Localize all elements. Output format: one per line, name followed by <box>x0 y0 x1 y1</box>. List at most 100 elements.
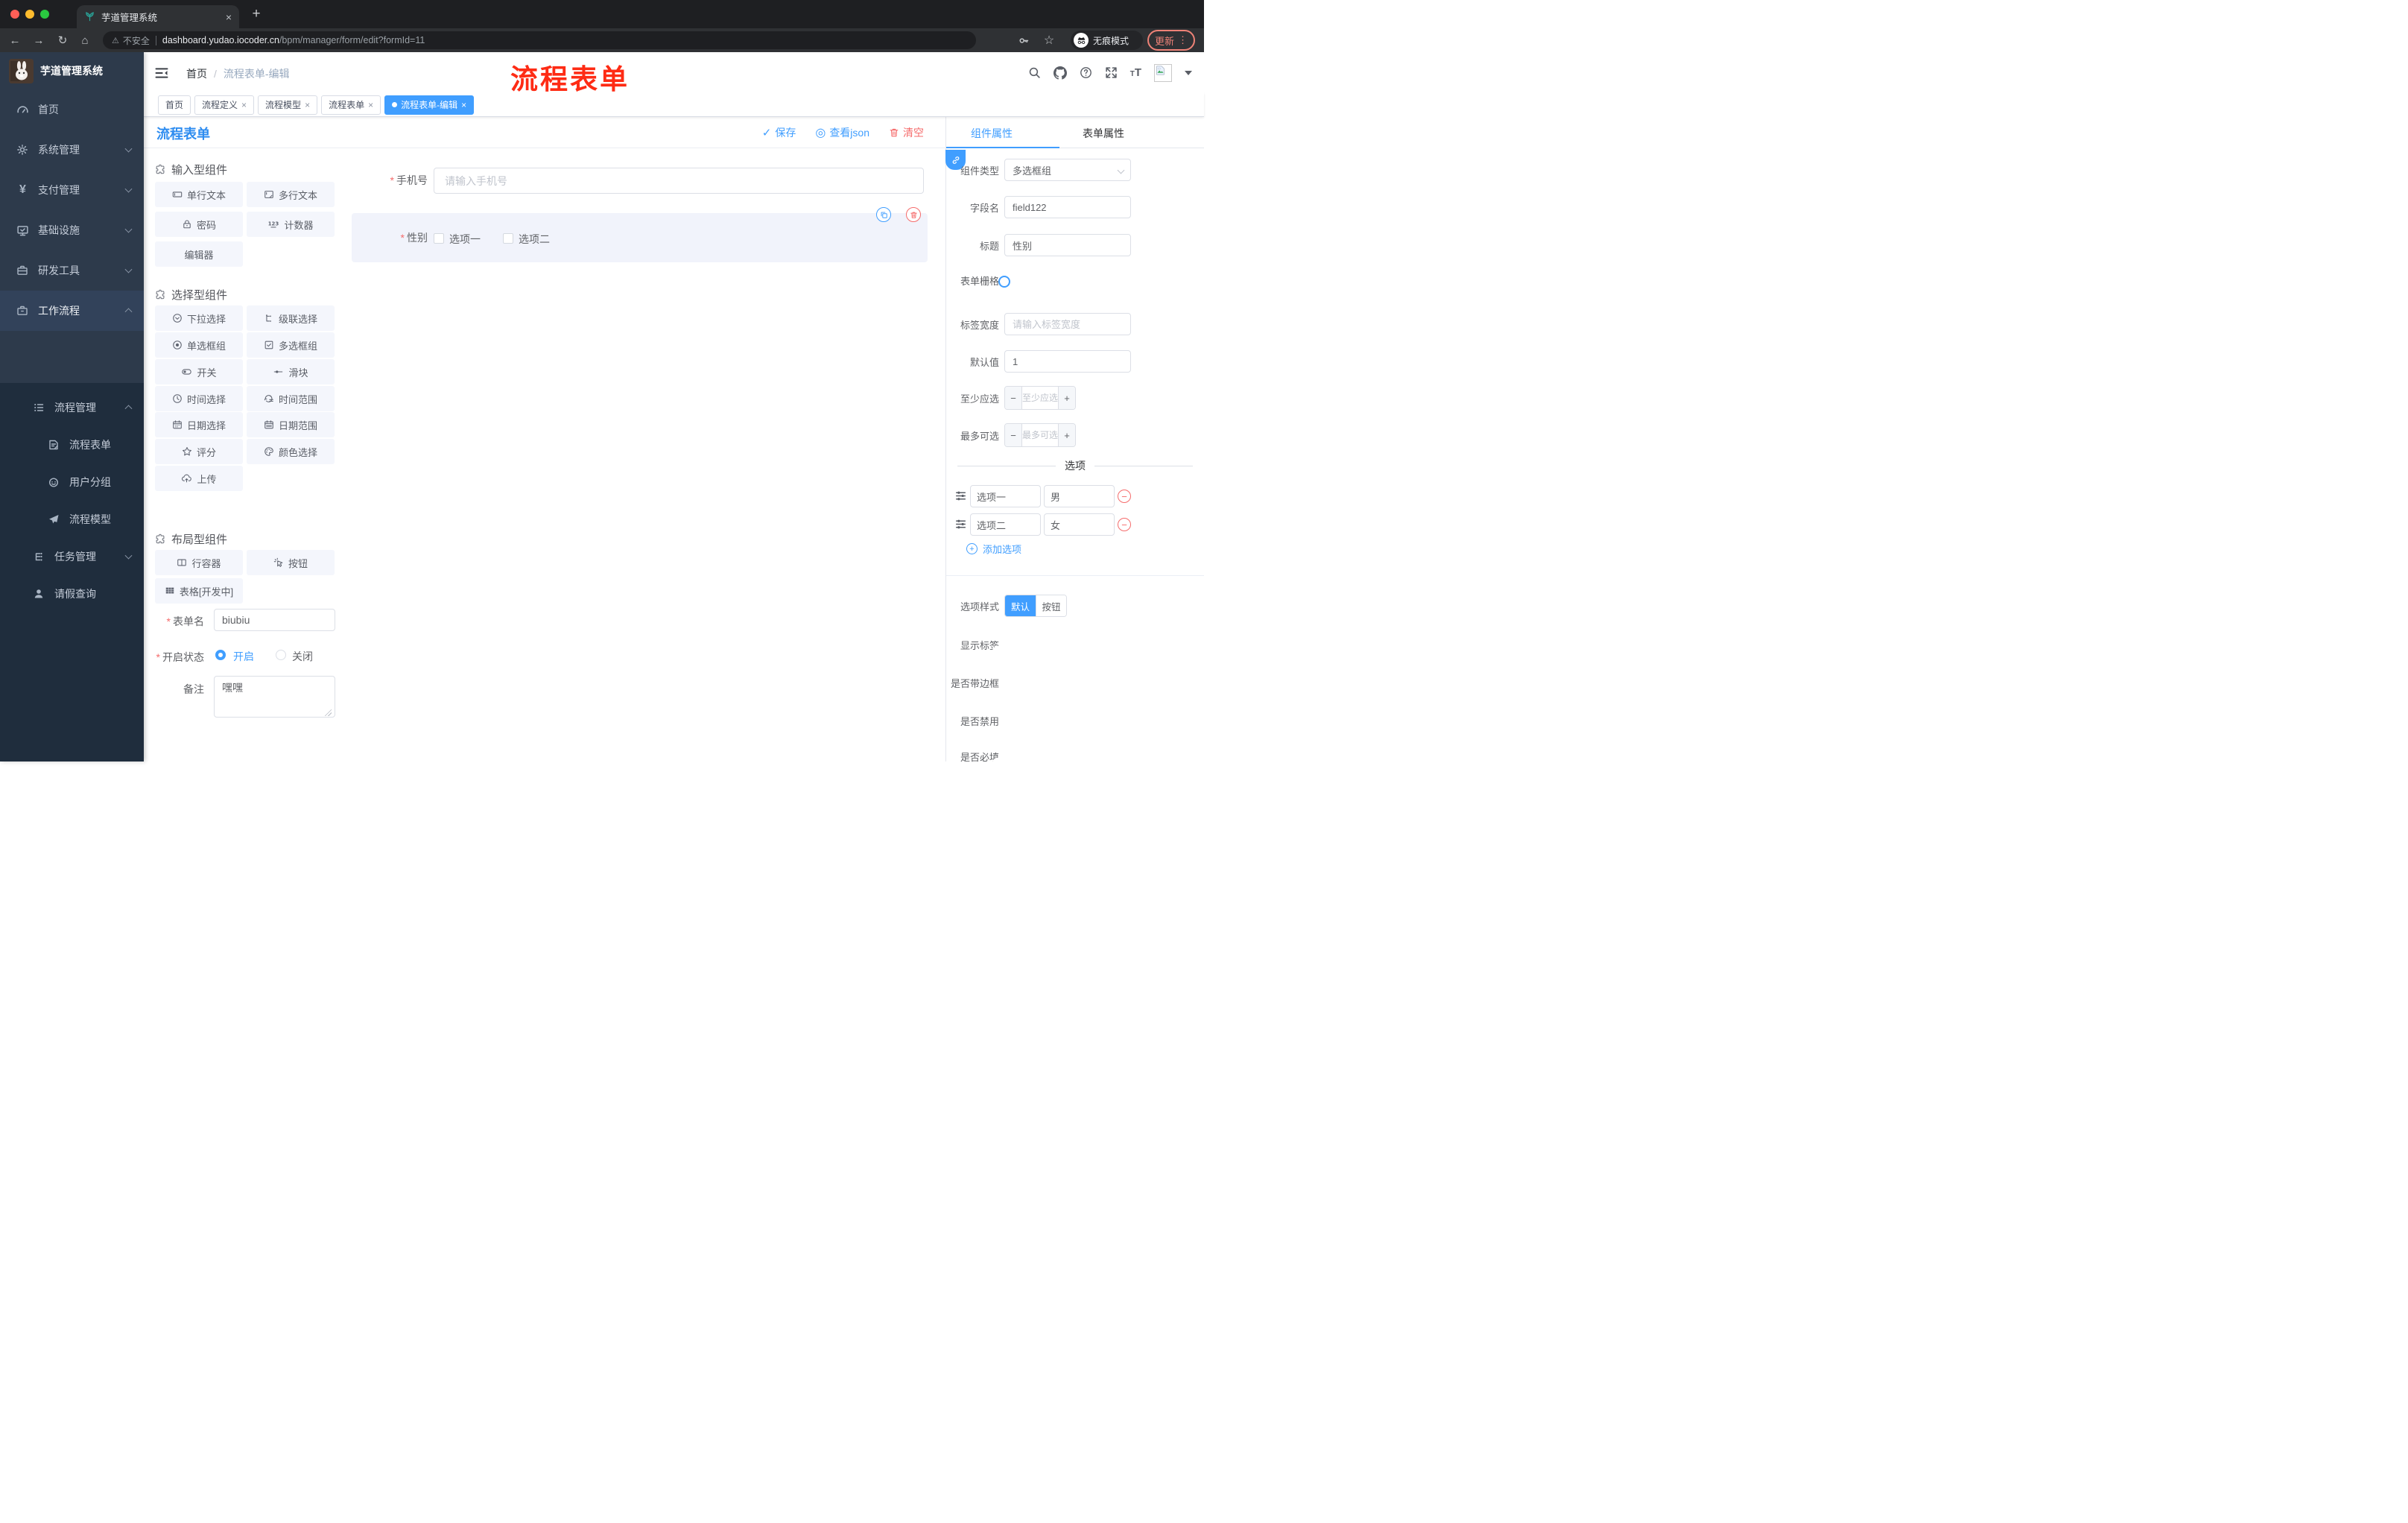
github-icon[interactable] <box>1053 66 1067 80</box>
gender-option1-label[interactable]: 选项一 <box>449 232 481 247</box>
chip-upload[interactable]: 上传 <box>155 466 243 491</box>
sidebar-item-infra[interactable]: 基础设施 <box>0 210 144 250</box>
add-option-button[interactable]: + 添加选项 <box>966 542 1021 556</box>
sidebar-item-payment[interactable]: ¥ 支付管理 <box>0 170 144 210</box>
remove-option-button[interactable]: − <box>1118 518 1131 531</box>
status-off-label[interactable]: 关闭 <box>292 649 313 664</box>
form-name-input[interactable] <box>214 609 335 631</box>
chip-color-picker[interactable]: 颜色选择 <box>247 439 335 464</box>
sidebar-item-task-management[interactable]: 任务管理 <box>0 538 144 575</box>
forward-button[interactable]: → <box>28 28 49 52</box>
option1-value-input[interactable] <box>1044 485 1115 507</box>
tag-close-icon[interactable]: × <box>461 100 466 110</box>
gender-option2-label[interactable]: 选项二 <box>519 232 550 247</box>
window-controls[interactable] <box>10 10 49 19</box>
stepper-decrease-button[interactable]: − <box>1005 387 1022 409</box>
style-button-button[interactable]: 按钮 <box>1036 595 1066 616</box>
status-on-label[interactable]: 开启 <box>233 649 254 664</box>
sidebar-item-home[interactable]: 首页 <box>0 89 144 130</box>
option1-name-input[interactable] <box>970 485 1041 507</box>
gender-option1-checkbox[interactable] <box>434 233 444 244</box>
title-input[interactable] <box>1004 234 1131 256</box>
fullscreen-icon[interactable] <box>1105 66 1118 79</box>
chip-cascader[interactable]: 级联选择 <box>247 305 335 331</box>
selected-component-gender[interactable]: * 性别 选项一 选项二 <box>352 207 928 262</box>
tag-process-form-edit[interactable]: 流程表单-编辑 × <box>384 95 475 115</box>
slider-handle[interactable] <box>998 276 1010 288</box>
tag-process-definition[interactable]: 流程定义 × <box>194 95 255 115</box>
component-type-select[interactable] <box>1004 159 1131 181</box>
sidebar-item-user-group[interactable]: 用户分组 <box>0 463 144 501</box>
sidebar-logo-row[interactable]: 芋道管理系统 <box>0 52 144 89</box>
drag-handle-icon[interactable] <box>954 518 967 531</box>
option2-name-input[interactable] <box>970 513 1041 536</box>
tab-close-icon[interactable]: × <box>226 11 232 23</box>
stepper-decrease-button[interactable]: − <box>1005 424 1022 446</box>
label-width-input[interactable] <box>1004 313 1131 335</box>
textarea-resize-handle[interactable] <box>325 709 332 716</box>
chip-single-line-text[interactable]: 单行文本 <box>155 182 243 207</box>
close-window-button[interactable] <box>10 10 19 19</box>
max-checked-input[interactable] <box>1022 424 1058 446</box>
chip-date-range[interactable]: 日期范围 <box>247 412 335 437</box>
status-on-radio[interactable] <box>215 650 226 660</box>
chip-textarea[interactable]: 多行文本 <box>247 182 335 207</box>
avatar-dropdown-caret-icon[interactable] <box>1185 70 1192 75</box>
browser-menu-icon[interactable]: ⋮ <box>1178 34 1188 46</box>
field-name-input[interactable] <box>1004 196 1131 218</box>
maximize-window-button[interactable] <box>40 10 49 19</box>
chip-switch[interactable]: 开关 <box>155 359 243 384</box>
sidebar-item-devtools[interactable]: 研发工具 <box>0 250 144 291</box>
password-key-icon[interactable] <box>1015 31 1033 49</box>
reload-button[interactable]: ↻ <box>52 28 73 52</box>
update-button[interactable]: 更新 ⋮ <box>1147 30 1195 51</box>
phone-field-input[interactable] <box>434 168 924 194</box>
chip-date-picker[interactable]: 日期选择 <box>155 412 243 437</box>
copy-component-button[interactable] <box>876 207 891 222</box>
back-button[interactable]: ← <box>4 28 25 52</box>
tag-home[interactable]: 首页 <box>158 95 191 115</box>
delete-component-button[interactable] <box>906 207 921 222</box>
help-icon[interactable] <box>1080 66 1092 79</box>
chip-select[interactable]: 下拉选择 <box>155 305 243 331</box>
min-checked-input[interactable] <box>1022 387 1058 409</box>
chip-row-container[interactable]: 行容器 <box>155 550 243 575</box>
browser-tab[interactable]: 芋道管理系统 × <box>77 5 239 28</box>
gender-option2-checkbox[interactable] <box>503 233 513 244</box>
save-button[interactable]: ✓ 保存 <box>762 125 796 140</box>
tab-component-props[interactable]: 组件属性 <box>971 126 1013 141</box>
chip-slider[interactable]: 滑块 <box>247 359 335 384</box>
tag-process-form[interactable]: 流程表单 × <box>321 95 381 115</box>
search-icon[interactable] <box>1028 66 1041 79</box>
chip-table[interactable]: 表格[开发中] <box>155 578 243 604</box>
chip-time-range[interactable]: 时间范围 <box>247 386 335 411</box>
address-bar[interactable]: ⚠ 不安全 dashboard.yudao.iocoder.cn/bpm/man… <box>103 31 976 49</box>
avatar[interactable] <box>1154 63 1172 82</box>
breadcrumb-home[interactable]: 首页 <box>186 66 207 81</box>
sidebar-item-leave-query[interactable]: 请假查询 <box>0 575 144 612</box>
minimize-window-button[interactable] <box>25 10 34 19</box>
font-size-icon[interactable]: TT <box>1130 66 1141 79</box>
new-tab-button[interactable]: + <box>247 4 266 24</box>
chip-counter[interactable]: 123 计数器 <box>247 212 335 237</box>
form-remark-textarea[interactable]: 嘿嘿 <box>214 676 335 718</box>
chip-checkbox-group[interactable]: 多选框组 <box>247 332 335 358</box>
sidebar-collapse-icon[interactable] <box>154 66 169 80</box>
chip-password[interactable]: 密码 <box>155 212 243 237</box>
security-label[interactable]: 不安全 <box>123 34 150 47</box>
bookmark-star-icon[interactable]: ☆ <box>1040 31 1058 49</box>
tag-close-icon[interactable]: × <box>241 100 247 110</box>
tab-form-props[interactable]: 表单属性 <box>1083 126 1124 141</box>
style-default-button[interactable]: 默认 <box>1005 595 1036 616</box>
drag-handle-icon[interactable] <box>954 490 967 502</box>
chip-editor[interactable]: 编辑器 <box>155 241 243 267</box>
default-value-input[interactable] <box>1004 350 1131 373</box>
chip-radio-group[interactable]: 单选框组 <box>155 332 243 358</box>
tag-process-model[interactable]: 流程模型 × <box>258 95 318 115</box>
stepper-increase-button[interactable]: + <box>1058 387 1075 409</box>
clear-button[interactable]: 清空 <box>889 125 924 140</box>
sidebar-item-workflow[interactable]: 工作流程 <box>0 291 144 331</box>
remove-option-button[interactable]: − <box>1118 490 1131 503</box>
status-off-radio[interactable] <box>276 650 286 660</box>
sidebar-item-system[interactable]: 系统管理 <box>0 130 144 170</box>
